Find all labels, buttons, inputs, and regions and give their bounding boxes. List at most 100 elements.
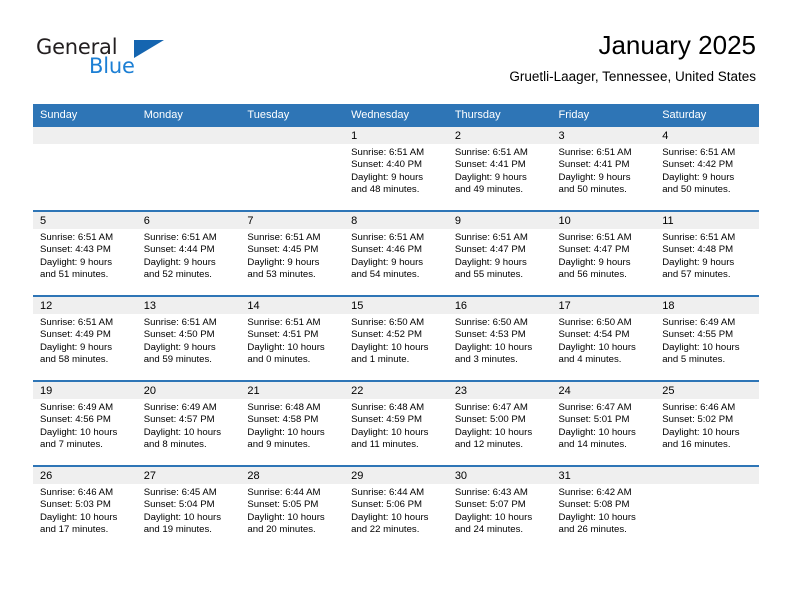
day-details: Sunrise: 6:51 AM Sunset: 4:43 PM Daylight:… (33, 229, 137, 281)
day-details: Sunrise: 6:49 AM Sunset: 4:57 PM Daylight:… (137, 399, 241, 451)
calendar-day-cell[interactable]: 27 Sunrise: 6:45 AM Sunset: 5:04 PM Dayligh… (136, 465, 241, 550)
daycell-inner (655, 467, 759, 550)
day-sunset-text: Sunset: 5:03 PM (40, 499, 111, 511)
calendar-day-cell[interactable]: 2 Sunrise: 6:51 AM Sunset: 4:41 PM Daylight… (447, 127, 552, 211)
calendar-day-cell[interactable]: 8 Sunrise: 6:51 AM Sunset: 4:46 PM Daylight… (344, 210, 448, 296)
day-sunrise-text: Sunrise: 6:51 AM (662, 147, 736, 158)
day-daylight-line1-text: Daylight: 10 hours (351, 511, 429, 523)
calendar-day-cell[interactable]: 14 Sunrise: 6:51 AM Sunset: 4:51 PM Dayligh… (240, 295, 345, 381)
calendar-day-cell[interactable]: 11 Sunrise: 6:51 AM Sunset: 4:48 PM Dayligh… (655, 210, 759, 296)
day-sunrise-text: Sunrise: 6:51 AM (351, 232, 425, 243)
day-number: 18 (655, 297, 759, 314)
day-details: Sunrise: 6:46 AM Sunset: 5:03 PM Daylight:… (33, 484, 137, 536)
day-daylight-line2-text: and 20 minutes. (247, 523, 316, 535)
calendar-day-cell[interactable]: 24 Sunrise: 6:47 AM Sunset: 5:01 PM Dayligh… (551, 380, 656, 466)
day-details: Sunrise: 6:48 AM Sunset: 4:59 PM Daylight:… (344, 399, 448, 451)
day-details: Sunrise: 6:48 AM Sunset: 4:58 PM Daylight:… (240, 399, 344, 451)
calendar-day-cell[interactable]: 30 Sunrise: 6:43 AM Sunset: 5:07 PM Dayligh… (447, 465, 552, 550)
daycell-inner: 19 Sunrise: 6:49 AM Sunset: 4:56 PM Dayligh… (33, 382, 137, 465)
day-sunrise-text: Sunrise: 6:51 AM (143, 232, 217, 243)
day-details: Sunrise: 6:51 AM Sunset: 4:49 PM Daylight:… (33, 314, 137, 366)
general-blue-logo[interactable]: General Blue (36, 36, 164, 80)
day-details: Sunrise: 6:49 AM Sunset: 4:56 PM Daylight:… (33, 399, 137, 451)
day-sunset-text: Sunset: 5:08 PM (558, 499, 630, 511)
day-daylight-line1-text: Daylight: 9 hours (143, 341, 216, 353)
day-daylight-line2-text: and 54 minutes. (351, 268, 420, 280)
day-daylight-line2-text: and 26 minutes. (558, 523, 627, 535)
day-sunrise-text: Sunrise: 6:49 AM (40, 402, 114, 413)
day-daylight-line2-text: and 3 minutes. (454, 353, 518, 365)
day-daylight-line1-text: Daylight: 9 hours (351, 256, 424, 268)
calendar-day-cell[interactable]: 29 Sunrise: 6:44 AM Sunset: 5:06 PM Dayligh… (344, 465, 448, 550)
day-daylight-line2-text: and 59 minutes. (143, 353, 212, 365)
calendar-day-cell[interactable]: 6 Sunrise: 6:51 AM Sunset: 4:44 PM Daylight… (136, 210, 241, 296)
day-daylight-line2-text: and 56 minutes. (558, 268, 627, 280)
calendar-day-cell[interactable]: 1 Sunrise: 6:51 AM Sunset: 4:40 PM Daylight… (344, 127, 448, 211)
day-number: 24 (551, 382, 656, 399)
calendar-day-cell[interactable]: 16 Sunrise: 6:50 AM Sunset: 4:53 PM Dayligh… (447, 295, 552, 381)
calendar-day-cell[interactable]: 20 Sunrise: 6:49 AM Sunset: 4:57 PM Dayligh… (136, 380, 241, 466)
daycell-inner: 3 Sunrise: 6:51 AM Sunset: 4:41 PM Daylight… (551, 127, 656, 210)
calendar-day-cell[interactable]: 9 Sunrise: 6:51 AM Sunset: 4:47 PM Daylight… (447, 210, 552, 296)
day-daylight-line1-text: Daylight: 10 hours (454, 511, 533, 523)
day-details: Sunrise: 6:51 AM Sunset: 4:45 PM Daylight:… (240, 229, 344, 281)
day-sunset-text: Sunset: 5:02 PM (662, 414, 734, 426)
day-sunset-text: Sunset: 4:42 PM (662, 159, 734, 171)
calendar-day-cell[interactable]: 22 Sunrise: 6:48 AM Sunset: 4:59 PM Dayligh… (344, 380, 448, 466)
day-sunrise-text: Sunrise: 6:50 AM (351, 317, 425, 328)
calendar-day-cell[interactable]: 3 Sunrise: 6:51 AM Sunset: 4:41 PM Daylight… (551, 127, 656, 211)
day-daylight-line2-text: and 48 minutes. (351, 183, 420, 195)
day-details: Sunrise: 6:50 AM Sunset: 4:53 PM Daylight:… (448, 314, 552, 366)
daycell-inner: 22 Sunrise: 6:48 AM Sunset: 4:59 PM Dayligh… (344, 382, 448, 465)
day-sunrise-text: Sunrise: 6:46 AM (662, 402, 736, 413)
day-sunrise-text: Sunrise: 6:42 AM (558, 487, 632, 498)
day-sunrise-text: Sunrise: 6:48 AM (351, 402, 425, 413)
day-details: Sunrise: 6:46 AM Sunset: 5:02 PM Daylight:… (655, 399, 759, 451)
day-number: 29 (344, 467, 448, 484)
day-sunset-text: Sunset: 4:46 PM (351, 244, 423, 256)
daycell-inner: 23 Sunrise: 6:47 AM Sunset: 5:00 PM Dayligh… (447, 382, 552, 465)
calendar-day-cell[interactable]: 31 Sunrise: 6:42 AM Sunset: 5:08 PM Dayligh… (551, 465, 656, 550)
calendar-page: General Blue January 2025 Gruetli-Laager… (0, 0, 792, 612)
calendar-day-cell[interactable]: 7 Sunrise: 6:51 AM Sunset: 4:45 PM Daylight… (240, 210, 345, 296)
calendar-day-cell[interactable]: 17 Sunrise: 6:50 AM Sunset: 4:54 PM Dayligh… (551, 295, 656, 381)
day-sunrise-text: Sunrise: 6:47 AM (454, 402, 528, 413)
daycell-inner: 5 Sunrise: 6:51 AM Sunset: 4:43 PM Daylight… (33, 212, 137, 295)
day-sunset-text: Sunset: 4:41 PM (558, 159, 630, 171)
day-sunrise-text: Sunrise: 6:51 AM (247, 232, 321, 243)
calendar-day-cell[interactable]: 18 Sunrise: 6:49 AM Sunset: 4:55 PM Dayligh… (655, 295, 759, 381)
day-sunset-text: Sunset: 5:00 PM (454, 414, 526, 426)
day-number: 31 (551, 467, 656, 484)
day-daylight-line2-text: and 22 minutes. (351, 523, 420, 535)
calendar-day-cell[interactable]: 4 Sunrise: 6:51 AM Sunset: 4:42 PM Daylight… (655, 127, 759, 211)
calendar-day-cell[interactable]: 25 Sunrise: 6:46 AM Sunset: 5:02 PM Dayligh… (655, 380, 759, 466)
calendar-day-cell[interactable]: 15 Sunrise: 6:50 AM Sunset: 4:52 PM Dayligh… (344, 295, 448, 381)
calendar-day-cell[interactable]: 21 Sunrise: 6:48 AM Sunset: 4:58 PM Dayligh… (240, 380, 345, 466)
weekday-header-monday: Monday (136, 104, 241, 127)
day-daylight-line1-text: Daylight: 9 hours (662, 171, 735, 183)
calendar-day-cell[interactable]: 5 Sunrise: 6:51 AM Sunset: 4:43 PM Daylight… (33, 210, 137, 296)
day-number: 2 (447, 127, 552, 144)
day-details: Sunrise: 6:51 AM Sunset: 4:41 PM Daylight:… (552, 144, 656, 196)
calendar-day-cell[interactable]: 12 Sunrise: 6:51 AM Sunset: 4:49 PM Dayligh… (33, 295, 137, 381)
day-daylight-line2-text: and 7 minutes. (40, 438, 103, 450)
calendar-cell-empty (655, 465, 759, 550)
daycell-inner: 1 Sunrise: 6:51 AM Sunset: 4:40 PM Daylight… (344, 127, 448, 210)
calendar-day-cell[interactable]: 28 Sunrise: 6:44 AM Sunset: 5:05 PM Dayligh… (240, 465, 345, 550)
day-daylight-line2-text: and 16 minutes. (662, 438, 731, 450)
calendar-day-cell[interactable]: 26 Sunrise: 6:46 AM Sunset: 5:03 PM Dayligh… (33, 465, 137, 550)
calendar-day-cell[interactable]: 19 Sunrise: 6:49 AM Sunset: 4:56 PM Dayligh… (33, 380, 137, 466)
day-details: Sunrise: 6:51 AM Sunset: 4:47 PM Daylight:… (552, 229, 656, 281)
day-sunset-text: Sunset: 4:56 PM (40, 414, 111, 426)
calendar-day-cell[interactable]: 13 Sunrise: 6:51 AM Sunset: 4:50 PM Dayligh… (136, 295, 241, 381)
daycell-inner: 2 Sunrise: 6:51 AM Sunset: 4:41 PM Daylight… (447, 127, 552, 210)
page-title: January 2025 (598, 30, 756, 60)
day-sunrise-text: Sunrise: 6:51 AM (247, 317, 321, 328)
day-sunrise-text: Sunrise: 6:51 AM (143, 317, 217, 328)
daycell-inner: 13 Sunrise: 6:51 AM Sunset: 4:50 PM Dayligh… (136, 297, 241, 380)
calendar-day-cell[interactable]: 23 Sunrise: 6:47 AM Sunset: 5:00 PM Dayligh… (447, 380, 552, 466)
day-sunset-text: Sunset: 4:44 PM (143, 244, 215, 256)
daycell-inner: 18 Sunrise: 6:49 AM Sunset: 4:55 PM Dayligh… (655, 297, 759, 380)
calendar-day-cell[interactable]: 10 Sunrise: 6:51 AM Sunset: 4:47 PM Dayligh… (551, 210, 656, 296)
day-daylight-line1-text: Daylight: 9 hours (662, 256, 735, 268)
